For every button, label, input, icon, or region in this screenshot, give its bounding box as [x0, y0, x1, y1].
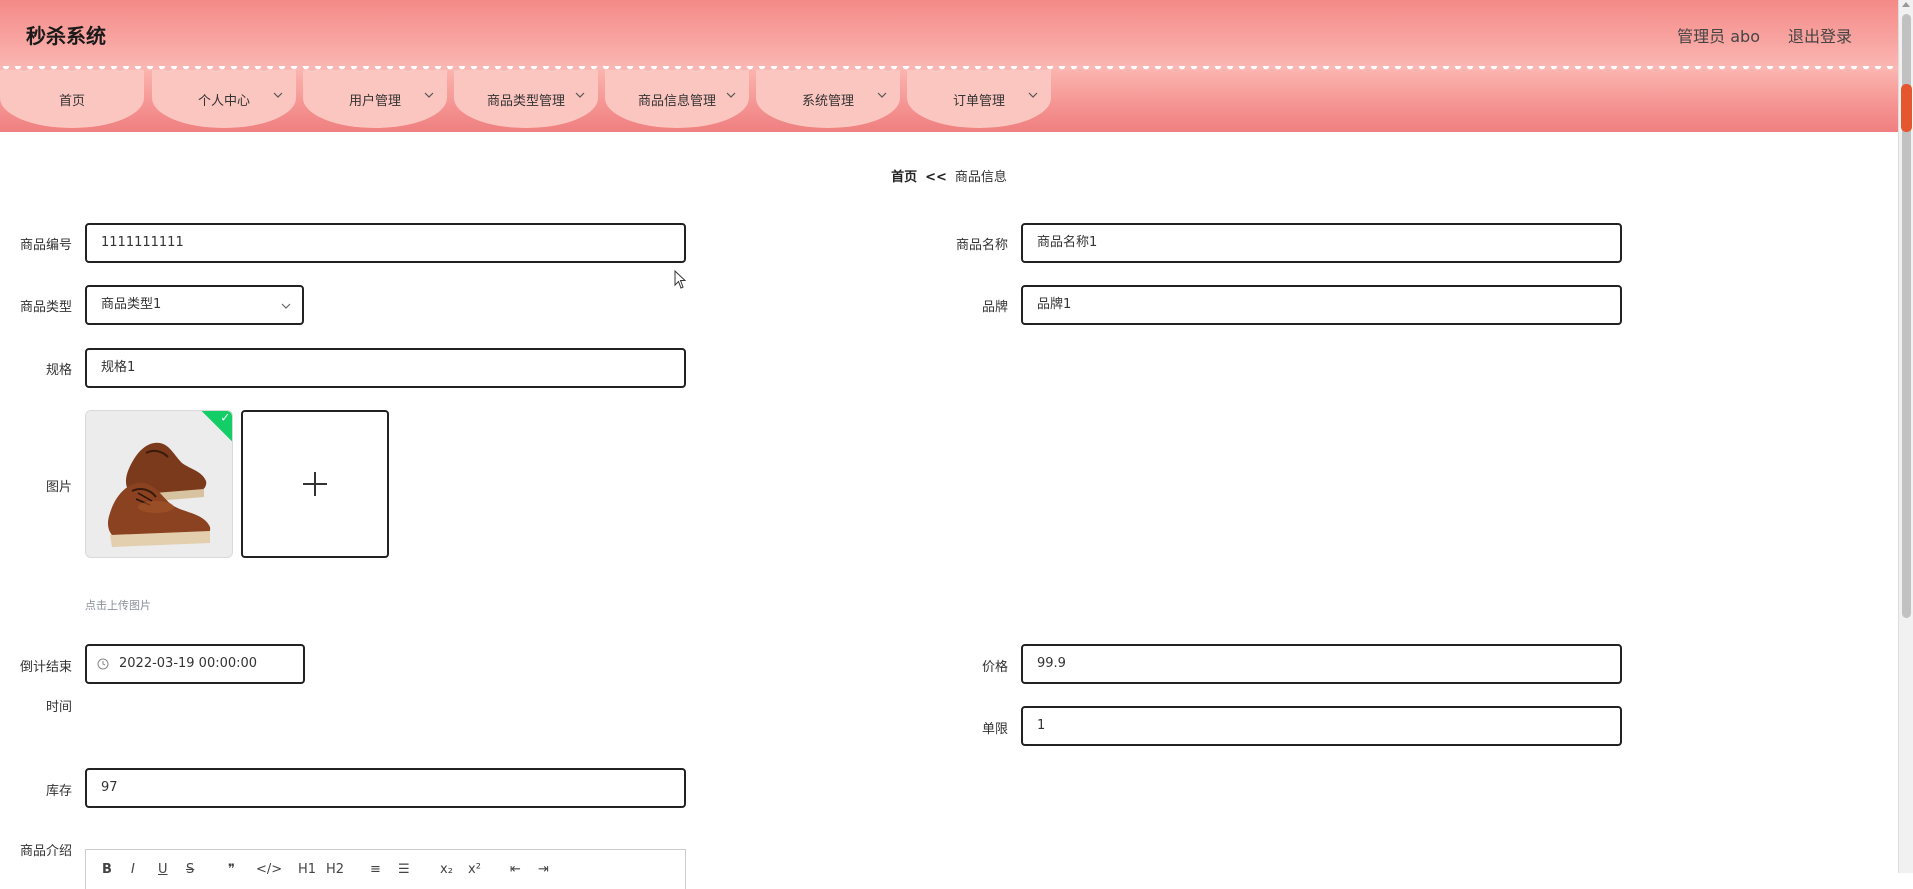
nav-item-home[interactable]: 首页 — [0, 70, 144, 128]
limit-input[interactable]: 1 — [1021, 706, 1622, 746]
product-code-label: 商品编号 — [19, 238, 72, 253]
chevron-down-icon — [575, 92, 585, 98]
product-type-select[interactable]: 商品类型1 — [85, 285, 304, 325]
upload-tip: 点击上传图片 — [85, 599, 151, 612]
main-nav: 首页 个人中心 用户管理 商品类型管理 商品信息管理 系统管理 订单管理 — [0, 70, 1898, 132]
countdown-date-picker[interactable]: 2022-03-19 00:00:00 — [85, 644, 305, 684]
plus-icon — [303, 472, 327, 496]
breadcrumb-current: 商品信息 — [954, 170, 1007, 185]
nav-item-label: 首页 — [58, 94, 85, 109]
product-code-input[interactable]: 1111111111 — [85, 223, 686, 263]
brand-input[interactable]: 品牌1 — [1021, 285, 1622, 325]
nav-item-user-management[interactable]: 用户管理 — [303, 70, 447, 128]
logout-link[interactable]: 退出登录 — [1788, 23, 1852, 47]
product-name-input[interactable]: 商品名称1 — [1021, 223, 1622, 263]
nav-item-product-info-management[interactable]: 商品信息管理 — [605, 70, 749, 128]
product-name-label: 商品名称 — [955, 238, 1008, 253]
mouse-cursor-icon — [674, 270, 687, 289]
strike-button[interactable]: S — [186, 862, 194, 877]
product-type-value: 商品类型1 — [101, 297, 162, 312]
chevron-down-icon — [726, 92, 736, 98]
image-label: 图片 — [45, 480, 72, 495]
product-type-label: 商品类型 — [19, 300, 72, 315]
chevron-down-icon — [424, 92, 434, 98]
chevron-down-icon — [273, 92, 283, 98]
bold-button[interactable]: B — [102, 862, 112, 877]
scroll-up-arrow-icon[interactable] — [1902, 2, 1910, 7]
indent-button[interactable]: ⇥ — [538, 862, 549, 877]
bullet-list-button[interactable]: ☰ — [398, 862, 410, 877]
code-block-button[interactable]: </> — [256, 862, 282, 877]
limit-label: 单限 — [981, 722, 1008, 737]
top-header: 秒杀系统 管理员 abo 退出登录 — [0, 0, 1898, 74]
breadcrumb-home[interactable]: 首页 — [891, 170, 917, 185]
heading1-button[interactable]: H1 — [298, 862, 316, 877]
blockquote-button[interactable]: ❞ — [228, 862, 235, 877]
nav-item-personal-center[interactable]: 个人中心 — [152, 70, 296, 128]
spec-label: 规格 — [45, 363, 72, 378]
check-icon: ✓ — [220, 410, 231, 425]
brand-label: 品牌 — [981, 300, 1008, 315]
italic-button[interactable]: I — [131, 862, 135, 877]
breadcrumb-separator: << — [925, 170, 947, 185]
stock-label: 库存 — [45, 784, 72, 799]
superscript-button[interactable]: x² — [468, 862, 481, 877]
upload-add-button[interactable] — [241, 410, 389, 558]
stock-input[interactable]: 97 — [85, 768, 686, 808]
breadcrumb: 首页 << 商品信息 — [0, 166, 1898, 185]
chevron-down-icon — [877, 92, 887, 98]
chevron-down-icon — [281, 303, 291, 309]
ordered-list-button[interactable]: ≡ — [370, 862, 381, 877]
intro-label: 商品介绍 — [19, 844, 72, 859]
current-user: 管理员 abo — [1677, 27, 1760, 46]
price-label: 价格 — [981, 660, 1008, 675]
page-scrollbar[interactable] — [1898, 0, 1913, 873]
clock-icon — [97, 658, 109, 670]
nav-item-product-type-management[interactable]: 商品类型管理 — [454, 70, 598, 128]
shoe-image — [86, 411, 232, 557]
nav-item-system-management[interactable]: 系统管理 — [756, 70, 900, 128]
spec-input[interactable]: 规格1 — [85, 348, 686, 388]
underline-button[interactable]: U — [158, 862, 168, 877]
countdown-label-line2: 时间 — [45, 700, 72, 715]
app-title: 秒杀系统 — [26, 24, 106, 48]
price-input[interactable]: 99.9 — [1021, 644, 1622, 684]
countdown-label: 倒计结束 — [19, 660, 72, 675]
chevron-down-icon — [1028, 92, 1038, 98]
outdent-button[interactable]: ⇤ — [510, 862, 521, 877]
nav-item-order-management[interactable]: 订单管理 — [907, 70, 1051, 128]
rich-text-editor-toolbar: B I U S ❞ </> H1 H2 ≡ ☰ x₂ x² ⇤ ⇥ — [85, 849, 686, 889]
subscript-button[interactable]: x₂ — [440, 862, 453, 877]
countdown-value: 2022-03-19 00:00:00 — [119, 656, 258, 671]
scrollbar-marker — [1901, 84, 1912, 132]
uploaded-image-thumbnail[interactable]: ✓ — [85, 410, 233, 558]
heading2-button[interactable]: H2 — [326, 862, 344, 877]
